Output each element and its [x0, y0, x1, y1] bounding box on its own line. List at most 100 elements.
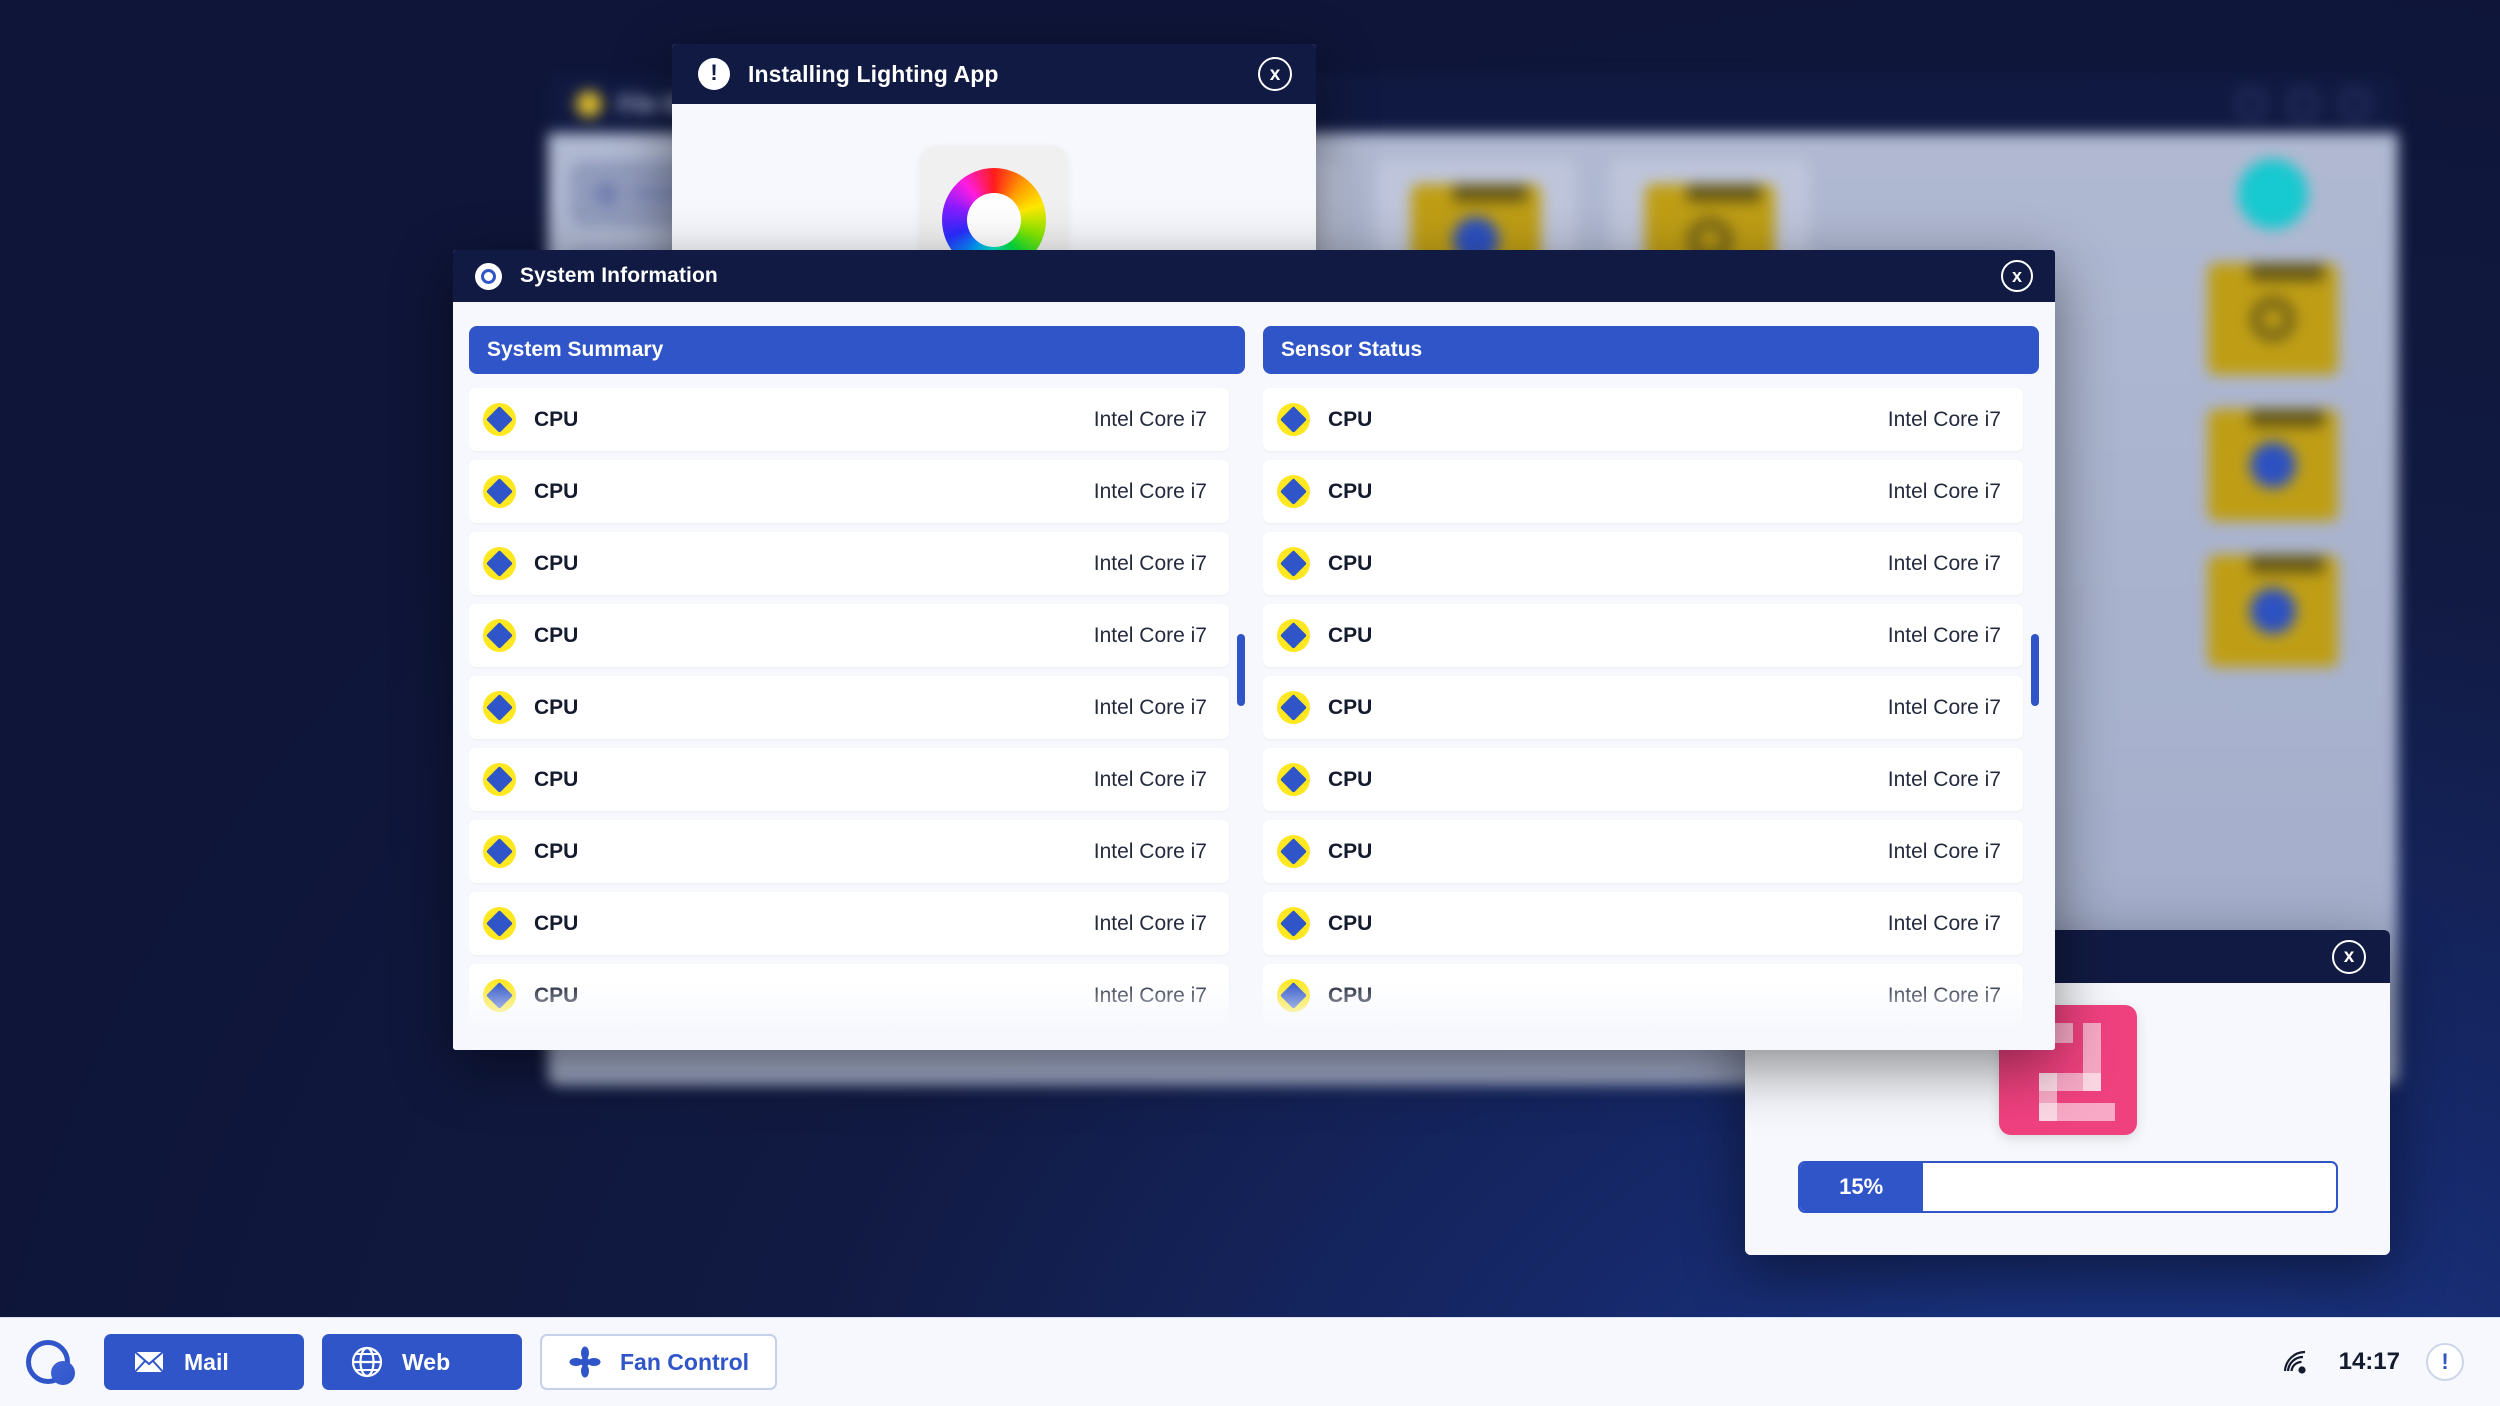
table-row[interactable]: CPUIntel Core i7 — [469, 820, 1229, 883]
scrollbar-thumb[interactable] — [2031, 634, 2039, 706]
info-circle-icon — [475, 262, 502, 290]
diamond-badge-icon — [1277, 979, 1310, 1012]
system-tray: 14:17 ! — [2279, 1343, 2474, 1381]
diamond-glyph — [486, 982, 513, 1009]
row-label: CPU — [534, 695, 579, 719]
progress-dialog-close-button[interactable]: x — [2332, 939, 2366, 974]
row-value: Intel Core i7 — [1093, 407, 1207, 431]
row-value: Intel Core i7 — [1093, 767, 1207, 791]
diamond-glyph — [1280, 478, 1307, 505]
fan-icon — [568, 1345, 602, 1379]
diamond-glyph — [1280, 622, 1307, 649]
diamond-badge-icon — [1277, 835, 1310, 868]
sysinfo-dialog-body: System Summary CPU Intel Core i7 CPU Intel … — [453, 302, 2055, 1050]
wifi-icon[interactable] — [2279, 1345, 2313, 1379]
diamond-badge-icon — [1277, 547, 1310, 580]
row-label: CPU — [534, 983, 579, 1007]
diamond-badge-icon — [483, 403, 516, 436]
folder-glyph-icon — [2250, 588, 2296, 634]
table-row[interactable]: CPUIntel Core i7 — [1263, 388, 2023, 451]
close-icon — [2340, 89, 2370, 119]
table-row[interactable]: CPUIntel Core i7 — [1263, 532, 2023, 595]
panel-system-summary: System Summary CPU Intel Core i7 CPU Intel … — [469, 326, 1245, 1050]
diamond-glyph — [486, 694, 513, 721]
diamond-badge-icon — [1277, 403, 1310, 436]
taskbar: Mail Web Fan Control 14:17 ! — [0, 1317, 2500, 1406]
diamond-badge-icon — [1277, 475, 1310, 508]
table-row[interactable]: CPU Intel Core i7 — [469, 460, 1229, 523]
taskbar-button-mail-label: Mail — [184, 1348, 229, 1375]
row-label: CPU — [1328, 983, 1373, 1007]
minimize-icon — [2236, 89, 2266, 119]
sensor-status-scrollbar[interactable] — [2031, 402, 2039, 944]
sensor-status-list[interactable]: CPU Intel Core i7 CPU Intel Core i7 CPU Intel… — [1263, 388, 2039, 1050]
taskbar-button-fan-control-label: Fan Control — [620, 1348, 750, 1375]
window-app-icon — [576, 91, 602, 117]
system-summary-scrollbar[interactable] — [1237, 402, 1245, 944]
notification-exclamation-icon[interactable]: ! — [2426, 1343, 2464, 1381]
folder-icon — [2208, 555, 2338, 667]
folder-icon — [2208, 263, 2338, 375]
taskbar-button-mail[interactable]: Mail — [104, 1334, 304, 1390]
sysinfo-dialog-close-button[interactable]: x — [2001, 260, 2033, 292]
mail-icon — [132, 1345, 166, 1379]
table-row[interactable]: CPUIntel Core i7 — [469, 892, 1229, 955]
row-label: CPU — [1328, 479, 1373, 503]
table-row[interactable]: CPUIntel Core i7 — [469, 964, 1229, 1027]
diamond-badge-icon — [483, 547, 516, 580]
scrollbar-thumb[interactable] — [1237, 634, 1245, 706]
row-label: CPU — [1328, 911, 1373, 935]
table-row[interactable]: CPUIntel Core i7 — [1263, 892, 2023, 955]
table-row[interactable]: CPUIntel Core i7 — [1263, 820, 2023, 883]
taskbar-button-web[interactable]: Web — [322, 1334, 522, 1390]
start-orb-icon[interactable] — [26, 1340, 75, 1385]
row-value: Intel Core i7 — [1093, 551, 1207, 575]
system-summary-list[interactable]: CPU Intel Core i7 CPU Intel Core i7 CPU Intel… — [469, 388, 1245, 1050]
row-label: CPU — [1328, 623, 1373, 647]
diamond-glyph — [486, 406, 513, 433]
table-row[interactable]: CPUIntel Core i7 — [469, 388, 1229, 451]
taskbar-button-fan-control[interactable]: Fan Control — [540, 1334, 778, 1390]
table-row[interactable]: CPUIntel Core i7 — [469, 532, 1229, 595]
table-row[interactable]: CPU Intel Core i7 — [1263, 460, 2023, 523]
diamond-glyph — [1280, 838, 1307, 865]
diamond-glyph — [486, 478, 513, 505]
row-label: CPU — [534, 479, 579, 503]
table-row[interactable]: CPUIntel Core i7 — [1263, 748, 2023, 811]
globe-icon — [350, 1345, 384, 1379]
diamond-glyph — [1280, 910, 1307, 937]
diamond-badge-icon — [483, 475, 516, 508]
table-row[interactable]: CPUIntel Core i7 — [1263, 964, 2023, 1027]
diamond-glyph — [1280, 406, 1307, 433]
table-row[interactable]: CPUIntel Core i7 — [469, 676, 1229, 739]
sysinfo-dialog-title: System Information — [520, 264, 718, 287]
table-row[interactable]: CPUIntel Core i7 — [469, 748, 1229, 811]
table-row[interactable]: CPUIntel Core i7 — [469, 604, 1229, 667]
info-ring-glyph — [481, 268, 496, 284]
table-row[interactable]: CPU Intel Core i7 — [1263, 676, 2023, 739]
diamond-glyph — [1280, 982, 1307, 1009]
diamond-badge-icon — [1277, 619, 1310, 652]
row-label: CPU — [1328, 695, 1373, 719]
taskbar-button-web-label: Web — [402, 1348, 451, 1375]
table-row[interactable]: CPUIntel Core i7 — [469, 1036, 1229, 1050]
folder-glyph-icon — [2250, 442, 2296, 488]
table-row[interactable]: CPUIntel Core i7 — [1263, 604, 2023, 667]
maximize-icon — [2288, 89, 2318, 119]
install-dialog-close-button[interactable]: x — [1258, 57, 1292, 91]
row-value: Intel Core i7 — [1093, 479, 1207, 503]
row-value: Intel Core i7 — [1887, 479, 2001, 503]
diamond-badge-icon — [1277, 907, 1310, 940]
table-row[interactable]: CPUIntel Core i7 — [1263, 1036, 2023, 1050]
row-value: Intel Core i7 — [1093, 623, 1207, 647]
row-label: CPU — [534, 911, 579, 935]
diamond-glyph — [1280, 550, 1307, 577]
diamond-badge-icon — [483, 907, 516, 940]
install-progress-bar[interactable]: 15% — [1797, 1161, 2338, 1213]
diamond-badge-icon — [483, 835, 516, 868]
row-value: Intel Core i7 — [1887, 695, 2001, 719]
diamond-badge-icon — [483, 763, 516, 796]
diamond-badge-icon — [483, 619, 516, 652]
diamond-glyph — [1280, 694, 1307, 721]
panel-header-sensor-status: Sensor Status — [1263, 326, 2039, 374]
